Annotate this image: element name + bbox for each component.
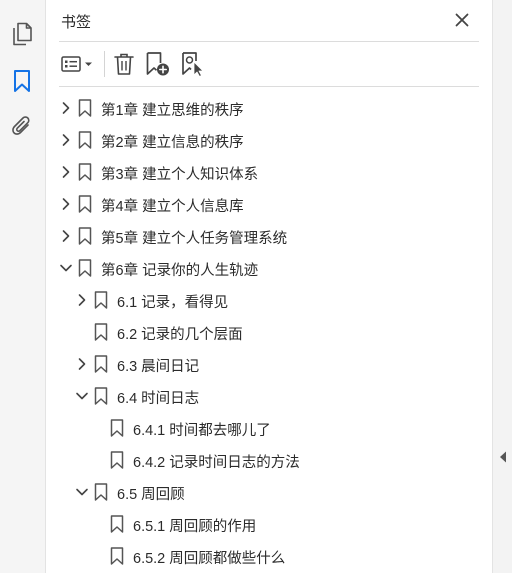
bookmarks-toolbar <box>46 42 492 86</box>
bookmark-icon <box>110 547 124 565</box>
pages-icon[interactable] <box>8 20 36 48</box>
bookmark-icon <box>94 483 108 501</box>
bookmark-icon <box>78 195 92 213</box>
chevron-right-icon[interactable] <box>74 356 90 372</box>
bookmarks-icon[interactable] <box>8 67 36 95</box>
bookmark-icon <box>94 291 108 309</box>
chevron-right-icon[interactable] <box>74 292 90 308</box>
bookmark-item[interactable]: 6.1 记录，看得见 <box>46 284 492 316</box>
bookmark-label[interactable]: 第6章 记录你的人生轨迹 <box>101 259 258 280</box>
bookmarks-panel: 书签 第1章 建立思维的秩序 第2章 建立信息的秩序 第3章 建立个人知识体系 … <box>46 0 492 573</box>
options-menu-button[interactable] <box>60 50 98 78</box>
bookmark-item[interactable]: 第2章 建立信息的秩序 <box>46 124 492 156</box>
bookmark-icon <box>110 419 124 437</box>
expand-panel-button[interactable] <box>498 450 508 464</box>
bookmark-item[interactable]: 6.4.2 记录时间日志的方法 <box>46 444 492 476</box>
bookmark-label[interactable]: 6.4.2 记录时间日志的方法 <box>133 451 300 472</box>
bookmark-label[interactable]: 6.4 时间日志 <box>117 387 199 408</box>
chevron-right-icon[interactable] <box>58 132 74 148</box>
bookmark-label[interactable]: 第1章 建立思维的秩序 <box>101 99 244 120</box>
bookmark-item[interactable]: 6.3 晨间日记 <box>46 348 492 380</box>
delete-bookmark-button[interactable] <box>112 50 136 78</box>
bookmark-from-selection-icon <box>182 52 204 77</box>
bookmark-label[interactable]: 6.3 晨间日记 <box>117 355 199 376</box>
bookmark-item[interactable]: 6.4 时间日志 <box>46 380 492 412</box>
bookmark-tree: 第1章 建立思维的秩序 第2章 建立信息的秩序 第3章 建立个人知识体系 第4章 建立… <box>46 92 492 572</box>
bookmark-icon <box>94 355 108 373</box>
bookmark-icon <box>78 163 92 181</box>
chevron-right-icon[interactable] <box>58 228 74 244</box>
bookmark-label[interactable]: 第3章 建立个人知识体系 <box>101 163 258 184</box>
chevron-down-icon[interactable] <box>74 388 90 404</box>
bookmark-item[interactable]: 第3章 建立个人知识体系 <box>46 156 492 188</box>
bookmark-item[interactable]: 6.5 周回顾 <box>46 476 492 508</box>
toolbar-separator <box>104 51 105 77</box>
bookmark-icon <box>78 99 92 117</box>
bookmark-item[interactable]: 第1章 建立思维的秩序 <box>46 92 492 124</box>
close-panel-button[interactable] <box>452 10 472 30</box>
bookmark-label[interactable]: 6.4.1 时间都去哪儿了 <box>133 419 271 440</box>
bookmark-icon <box>94 323 108 341</box>
chevron-right-icon[interactable] <box>58 164 74 180</box>
triangle-left-icon <box>500 451 506 463</box>
chevron-right-icon[interactable] <box>58 196 74 212</box>
attachments-icon[interactable] <box>8 113 36 141</box>
bookmark-item[interactable]: 6.5.2 周回顾都做些什么 <box>46 540 492 572</box>
close-icon <box>455 13 469 27</box>
panel-title: 书签 <box>61 14 92 31</box>
bookmark-label[interactable]: 第4章 建立个人信息库 <box>101 195 244 216</box>
toolbar-divider <box>59 86 479 87</box>
bookmark-icon <box>78 227 92 245</box>
bookmark-icon <box>78 259 92 277</box>
bookmark-label[interactable]: 6.5.2 周回顾都做些什么 <box>133 547 285 568</box>
panel-header: 书签 <box>46 0 492 40</box>
bookmark-icon <box>94 387 108 405</box>
options-menu-icon <box>61 56 92 72</box>
bookmark-label[interactable]: 6.5.1 周回顾的作用 <box>133 515 256 536</box>
bookmark-icon <box>78 131 92 149</box>
bookmark-icon <box>110 515 124 533</box>
navigation-rail <box>0 0 46 573</box>
delete-bookmark-icon <box>114 53 134 75</box>
bookmarks-window: 书签 第1章 建立思维的秩序 第2章 建立信息的秩序 第3章 建立个人知识体系 … <box>0 0 512 573</box>
bookmark-item[interactable]: 6.2 记录的几个层面 <box>46 316 492 348</box>
bookmark-label[interactable]: 第5章 建立个人任务管理系统 <box>101 227 287 248</box>
bookmark-item[interactable]: 第4章 建立个人信息库 <box>46 188 492 220</box>
right-panel-strip <box>492 0 512 573</box>
bookmark-label[interactable]: 6.5 周回顾 <box>117 483 185 504</box>
bookmark-item[interactable]: 第6章 记录你的人生轨迹 <box>46 252 492 284</box>
new-bookmark-button[interactable] <box>145 50 171 78</box>
chevron-right-icon[interactable] <box>58 100 74 116</box>
bookmark-label[interactable]: 6.2 记录的几个层面 <box>117 323 243 344</box>
bookmark-item[interactable]: 6.4.1 时间都去哪儿了 <box>46 412 492 444</box>
bookmark-label[interactable]: 6.1 记录，看得见 <box>117 291 228 312</box>
bookmark-item[interactable]: 第5章 建立个人任务管理系统 <box>46 220 492 252</box>
bookmark-icon <box>110 451 124 469</box>
chevron-down-icon[interactable] <box>58 260 74 276</box>
chevron-down-icon[interactable] <box>74 484 90 500</box>
new-bookmark-icon <box>146 52 169 76</box>
bookmark-item[interactable]: 6.5.1 周回顾的作用 <box>46 508 492 540</box>
bookmark-from-selection-button[interactable] <box>180 50 206 78</box>
bookmark-label[interactable]: 第2章 建立信息的秩序 <box>101 131 244 152</box>
